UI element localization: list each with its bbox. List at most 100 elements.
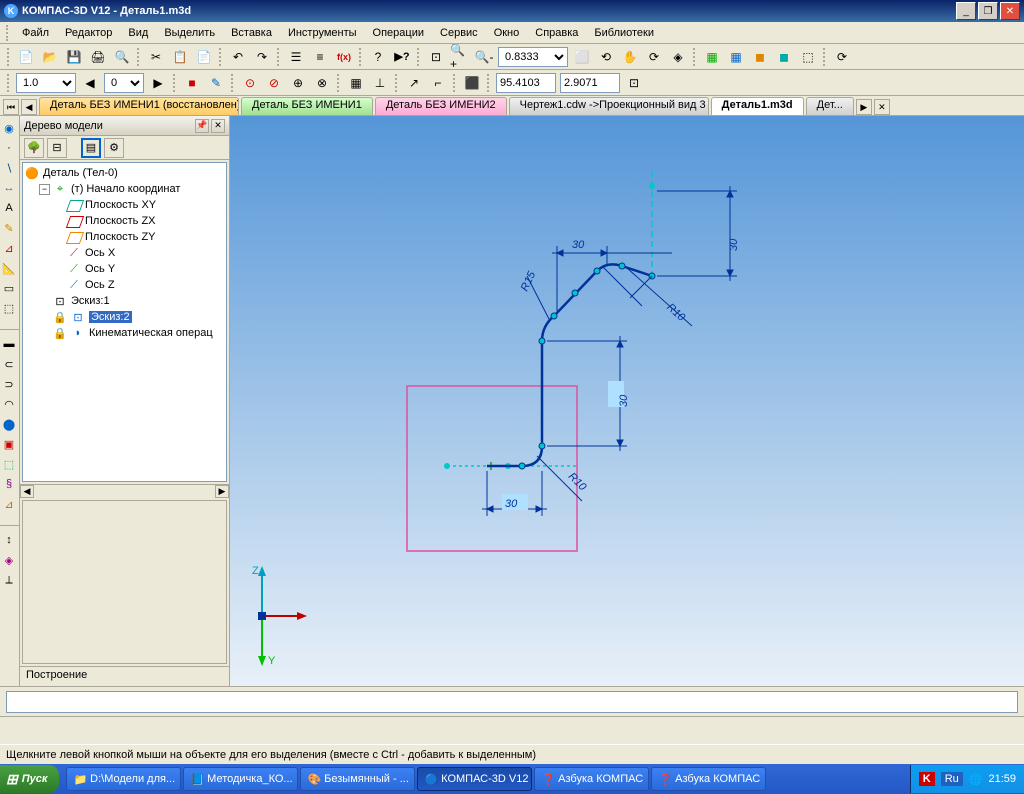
refresh-button[interactable]: ⟳ xyxy=(831,46,853,68)
hidden-button[interactable]: ▦ xyxy=(725,46,747,68)
menu-select[interactable]: Выделить xyxy=(156,25,223,41)
zoom-window-button[interactable]: ⬜ xyxy=(571,46,593,68)
tree-filter-button[interactable]: ▤ xyxy=(81,138,101,158)
tray-lang[interactable]: Ru xyxy=(941,772,963,786)
layers-button[interactable]: ≡ xyxy=(309,46,331,68)
doc-tab[interactable]: Деталь БЕЗ ИМЕНИ1 (восстановлен) xyxy=(39,97,239,115)
round-button[interactable]: ⬛ xyxy=(461,72,483,94)
menu-file[interactable]: Файл xyxy=(14,25,57,41)
tree-kinematic[interactable]: 🔒◗Кинематическая операц xyxy=(25,325,224,341)
tool-sweep[interactable]: ⊃ xyxy=(0,375,18,393)
menu-view[interactable]: Вид xyxy=(120,25,156,41)
scroll-left-button[interactable]: ◀ xyxy=(20,485,34,498)
doc-tab[interactable]: Деталь БЕЗ ИМЕНИ1 xyxy=(241,97,373,115)
doc-tab[interactable]: Дет... xyxy=(806,97,854,115)
tool-spec[interactable]: ⬚ xyxy=(0,299,18,317)
tab-next-button[interactable]: ▶ xyxy=(856,99,872,115)
variables-button[interactable]: f(x) xyxy=(333,46,355,68)
property-grid[interactable] xyxy=(22,500,227,664)
model-tree[interactable]: 🟠 Деталь (Тел-0) − ⌖ (т) Начало координа… xyxy=(22,162,227,482)
menu-tools[interactable]: Инструменты xyxy=(280,25,365,41)
properties-button[interactable]: ☰ xyxy=(285,46,307,68)
wireframe-button[interactable]: ▦ xyxy=(701,46,723,68)
zoom-in-button[interactable]: 🔍+ xyxy=(449,46,471,68)
tool-pattern[interactable]: ⬚ xyxy=(0,455,18,473)
tool-line[interactable]: ∖ xyxy=(0,159,18,177)
menu-service[interactable]: Сервис xyxy=(432,25,486,41)
tray-net-icon[interactable]: 🌐 xyxy=(969,773,983,786)
tool-helix[interactable]: § xyxy=(0,475,18,493)
cut-button[interactable]: ✂ xyxy=(145,46,167,68)
menu-operations[interactable]: Операции xyxy=(365,25,432,41)
drawing-canvas[interactable]: 30 R10 30 30 R15 R10 30 xyxy=(230,116,1024,686)
tree-origin[interactable]: − ⌖ (т) Начало координат xyxy=(25,181,224,197)
taskbar-item[interactable]: 📘Методичка_КО... xyxy=(183,767,298,791)
copy-button[interactable]: 📋 xyxy=(169,46,191,68)
menu-window[interactable]: Окно xyxy=(486,25,528,41)
rotate-button[interactable]: ⟳ xyxy=(643,46,665,68)
arrow-left-icon[interactable]: ◀ xyxy=(79,72,101,94)
tree-plane-zy[interactable]: Плоскость ZY xyxy=(25,229,224,245)
scale-select[interactable]: 1.0 xyxy=(16,73,76,93)
zoom-prev-button[interactable]: ⟲ xyxy=(595,46,617,68)
zoom-out-button[interactable]: 🔍- xyxy=(473,46,495,68)
stop-button[interactable]: ■ xyxy=(181,72,203,94)
snap-center-button[interactable]: ⊕ xyxy=(287,72,309,94)
doc-tab-active[interactable]: Деталь1.m3d xyxy=(711,97,804,115)
tool-constraint[interactable]: ⟂ xyxy=(0,571,18,589)
menu-libraries[interactable]: Библиотеки xyxy=(586,25,662,41)
tool-text[interactable]: A xyxy=(0,199,18,217)
menu-edit[interactable]: Редактор xyxy=(57,25,120,41)
panel-close-button[interactable]: ✕ xyxy=(211,119,225,133)
new-button[interactable]: 📄 xyxy=(15,46,37,68)
grid-button[interactable]: ▦ xyxy=(345,72,367,94)
preview-button[interactable]: 🔍 xyxy=(111,46,133,68)
tree-plane-zx[interactable]: Плоскость ZX xyxy=(25,213,224,229)
local-cs-button[interactable]: ↗ xyxy=(403,72,425,94)
sketch-button[interactable]: ✎ xyxy=(205,72,227,94)
command-input[interactable] xyxy=(6,691,1018,713)
shaded-button[interactable]: ◼ xyxy=(749,46,771,68)
tool-distance[interactable]: ↕ xyxy=(0,531,18,549)
snap-end-button[interactable]: ⊙ xyxy=(239,72,261,94)
paste-button[interactable]: 📄 xyxy=(193,46,215,68)
doc-tab[interactable]: Чертеж1.cdw ->Проекционный вид 3 xyxy=(509,97,709,115)
tool-rib[interactable]: ⊿ xyxy=(0,495,18,513)
taskbar-item-active[interactable]: 🔵КОМПАС-3D V12 xyxy=(417,767,532,791)
tree-settings-button[interactable]: ⚙ xyxy=(104,138,124,158)
snap-intersect-button[interactable]: ⊗ xyxy=(311,72,333,94)
tray-clock[interactable]: 21:59 xyxy=(988,773,1016,785)
save-button[interactable]: 💾 xyxy=(63,46,85,68)
tree-collapse-button[interactable]: ⊟ xyxy=(47,138,67,158)
undo-button[interactable]: ↶ xyxy=(227,46,249,68)
tool-select[interactable]: ▭ xyxy=(0,279,18,297)
start-button[interactable]: ⊞ Пуск xyxy=(0,765,59,793)
maximize-button[interactable]: ❐ xyxy=(978,2,998,20)
tree-root[interactable]: 🟠 Деталь (Тел-0) xyxy=(25,165,224,181)
tool-point[interactable]: · xyxy=(0,139,18,157)
tray-k-icon[interactable]: K xyxy=(919,772,935,786)
zoom-fit-button[interactable]: ⊡ xyxy=(425,46,447,68)
redo-button[interactable]: ↷ xyxy=(251,46,273,68)
tool-shell[interactable]: ▣ xyxy=(0,435,18,453)
taskbar-item[interactable]: 🎨Безымянный - ... xyxy=(300,767,415,791)
open-button[interactable]: 📂 xyxy=(39,46,61,68)
tree-sketch2[interactable]: 🔒⊡Эскиз:2 xyxy=(25,309,224,325)
panel-pin-button[interactable]: 📌 xyxy=(195,119,209,133)
bottom-tab[interactable]: Построение xyxy=(20,666,229,686)
help-button[interactable]: ? xyxy=(367,46,389,68)
tool-param[interactable]: ⊿ xyxy=(0,239,18,257)
tool-hole[interactable]: ⬤ xyxy=(0,415,18,433)
whatsthis-button[interactable]: ▶? xyxy=(391,46,413,68)
collapse-icon[interactable]: − xyxy=(39,184,50,195)
tool-surface[interactable]: ◈ xyxy=(0,551,18,569)
global-cs-button[interactable]: ⌐ xyxy=(427,72,449,94)
coord-x-input[interactable] xyxy=(496,73,556,93)
tree-plane-xy[interactable]: Плоскость XY xyxy=(25,197,224,213)
tool-fillet[interactable]: ◠ xyxy=(0,395,18,413)
close-button[interactable]: ✕ xyxy=(1000,2,1020,20)
taskbar-item[interactable]: 📁D:\Модели для... xyxy=(66,767,181,791)
tool-edit[interactable]: ✎ xyxy=(0,219,18,237)
doc-tab[interactable]: Деталь БЕЗ ИМЕНИ2 xyxy=(375,97,507,115)
tab-prev-button[interactable]: ◀ xyxy=(21,99,37,115)
